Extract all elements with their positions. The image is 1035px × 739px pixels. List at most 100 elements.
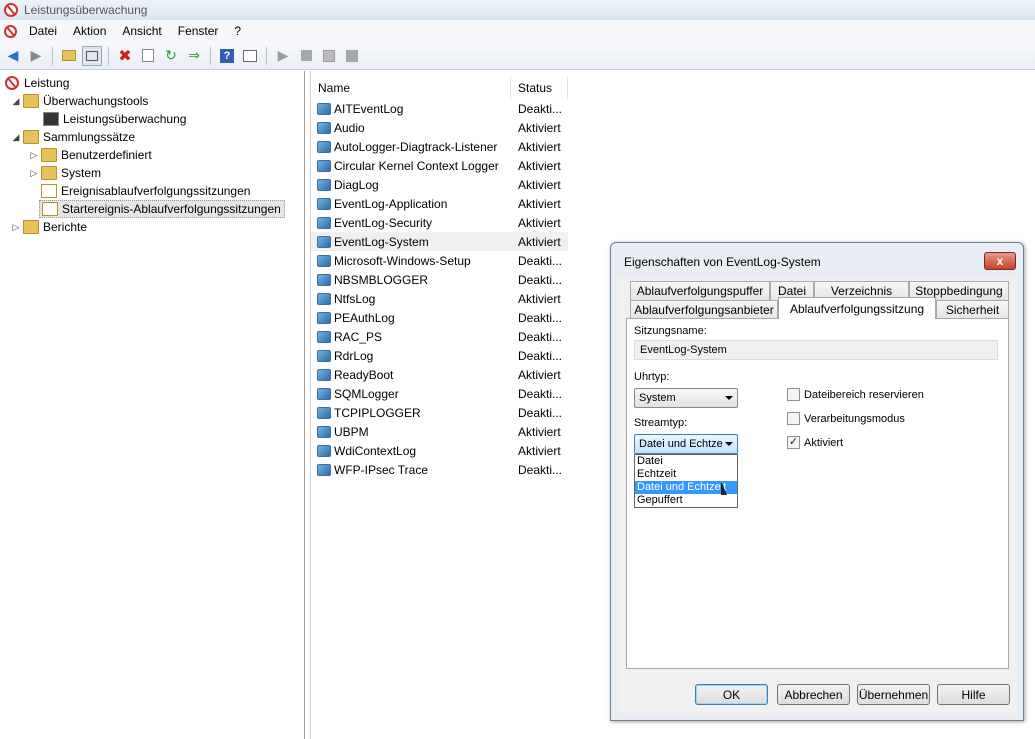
- expand-arrow-icon[interactable]: ▷: [29, 168, 39, 179]
- clock-type-select[interactable]: System: [634, 388, 738, 408]
- tree-item-collector-sets[interactable]: ◢ Sammlungssätze: [11, 128, 135, 146]
- column-header-status[interactable]: Status: [511, 77, 568, 99]
- panel-icon[interactable]: [240, 46, 260, 66]
- list-item[interactable]: TCPIPLOGGER Deakti...: [311, 403, 568, 422]
- session-status: Aktiviert: [518, 215, 561, 230]
- stream-option-echtzeit[interactable]: Echtzeit: [635, 468, 737, 481]
- toolbar-separator: [266, 46, 267, 65]
- tree-item-startup-event-trace-sessions[interactable]: Startereignis-Ablaufverfolgungssitzungen: [39, 200, 285, 218]
- list-item[interactable]: AutoLogger-Diagtrack-Listener Aktiviert: [311, 137, 568, 156]
- tree-item-perf-monitor[interactable]: Leistungsüberwachung: [41, 110, 186, 128]
- tab-panel-trace-session: Sitzungsname: EventLog-System Uhrtyp: Sy…: [626, 318, 1009, 669]
- stream-type-select[interactable]: Datei und Echtze: [634, 434, 738, 454]
- list-item[interactable]: Circular Kernel Context Logger Aktiviert: [311, 156, 568, 175]
- tab-trace-providers[interactable]: Ablaufverfolgungsanbieter: [630, 300, 778, 319]
- tree-label: Leistung: [24, 76, 70, 90]
- delete-icon[interactable]: ✖: [115, 46, 135, 66]
- checkbox-reserve-file-space[interactable]: Dateibereich reservieren: [787, 388, 924, 401]
- list-item[interactable]: AITEventLog Deakti...: [311, 99, 568, 118]
- session-name: EventLog-System: [334, 234, 429, 249]
- session-name-label: Sitzungsname:: [634, 325, 707, 337]
- properties-icon[interactable]: [138, 46, 158, 66]
- back-icon[interactable]: ◀: [3, 46, 23, 66]
- stream-type-value: Datei und Echtze: [639, 438, 723, 450]
- help-button[interactable]: Hilfe: [937, 684, 1010, 705]
- save-icon[interactable]: [319, 46, 339, 66]
- toolbar: ◀ ▶ ✖ ↻ ⇒ ? ▶: [0, 42, 1035, 70]
- list-item[interactable]: UBPM Aktiviert: [311, 422, 568, 441]
- session-name: RAC_PS: [334, 329, 383, 344]
- help-icon[interactable]: ?: [217, 46, 237, 66]
- list-item[interactable]: RdrLog Deakti...: [311, 346, 568, 365]
- list-item[interactable]: EventLog-Security Aktiviert: [311, 213, 568, 232]
- list-item[interactable]: SQMLogger Deakti...: [311, 384, 568, 403]
- tab-trace-session[interactable]: Ablaufverfolgungssitzung: [778, 297, 936, 319]
- list-item[interactable]: Microsoft-Windows-Setup Deakti...: [311, 251, 568, 270]
- list-item[interactable]: ReadyBoot Aktiviert: [311, 365, 568, 384]
- list-item[interactable]: EventLog-System Aktiviert: [311, 232, 568, 251]
- tab-security[interactable]: Sicherheit: [936, 300, 1009, 319]
- stop-icon[interactable]: [296, 46, 316, 66]
- list-item[interactable]: PEAuthLog Deakti...: [311, 308, 568, 327]
- system-folder-icon: [41, 166, 57, 180]
- tree-label: Leistungsüberwachung: [63, 112, 187, 126]
- square-icon[interactable]: [342, 46, 362, 66]
- tree-item-system[interactable]: ▷ System: [29, 164, 101, 182]
- system-menu-icon[interactable]: [4, 24, 17, 38]
- refresh-icon[interactable]: ↻: [161, 46, 181, 66]
- menu-help[interactable]: ?: [226, 24, 249, 38]
- expand-arrow-icon[interactable]: ▷: [29, 150, 39, 161]
- app-icon: [4, 3, 18, 17]
- apply-button[interactable]: Übernehmen: [857, 684, 930, 705]
- tree-item-reports[interactable]: ▷ Berichte: [11, 218, 87, 236]
- export-icon[interactable]: ⇒: [184, 46, 204, 66]
- menu-ansicht[interactable]: Ansicht: [114, 24, 169, 38]
- tree-item-user-defined[interactable]: ▷ Benutzerdefiniert: [29, 146, 152, 164]
- tree-item-monitoring-tools[interactable]: ◢ Überwachungstools: [11, 92, 148, 110]
- expand-arrow-icon[interactable]: ▷: [11, 222, 21, 233]
- checkbox-enabled[interactable]: ✓ Aktiviert: [787, 436, 843, 449]
- close-button[interactable]: x: [984, 252, 1016, 270]
- forward-icon[interactable]: ▶: [26, 46, 46, 66]
- session-name: AutoLogger-Diagtrack-Listener: [334, 139, 498, 154]
- clock-type-label: Uhrtyp:: [634, 371, 670, 383]
- session-name: NBSMBLOGGER: [334, 272, 429, 287]
- list-item[interactable]: NtfsLog Aktiviert: [311, 289, 568, 308]
- list-item[interactable]: RAC_PS Deakti...: [311, 327, 568, 346]
- session-name: DiagLog: [334, 177, 379, 192]
- session-status: Deakti...: [518, 272, 563, 287]
- stream-option-gepuffert[interactable]: Gepuffert: [635, 494, 737, 507]
- list-item[interactable]: NBSMBLOGGER Deakti...: [311, 270, 568, 289]
- cancel-button[interactable]: Abbrechen: [777, 684, 850, 705]
- start-icon[interactable]: ▶: [273, 46, 293, 66]
- list-item[interactable]: DiagLog Aktiviert: [311, 175, 568, 194]
- open-folder-icon[interactable]: [59, 46, 79, 66]
- trace-session-icon: [317, 216, 331, 229]
- tab-trace-buffer[interactable]: Ablaufverfolgungspuffer: [630, 281, 770, 300]
- tree-item-event-trace-sessions[interactable]: Ereignisablaufverfolgungssitzungen: [39, 182, 250, 200]
- session-name: NtfsLog: [334, 291, 376, 306]
- list-item[interactable]: WFP-IPsec Trace Deakti...: [311, 460, 568, 479]
- tree-item-leistung[interactable]: Leistung: [5, 74, 69, 92]
- show-hide-icon[interactable]: [82, 45, 102, 66]
- column-header-name[interactable]: Name: [311, 77, 511, 99]
- collapse-arrow-icon[interactable]: ◢: [11, 132, 21, 143]
- session-status: Aktiviert: [518, 139, 561, 154]
- session-status: Aktiviert: [518, 158, 561, 173]
- stream-option-datei[interactable]: Datei: [635, 455, 737, 468]
- menu-datei[interactable]: Datei: [21, 24, 65, 38]
- trace-session-icon: [317, 406, 331, 419]
- list-item[interactable]: EventLog-Application Aktiviert: [311, 194, 568, 213]
- menu-fenster[interactable]: Fenster: [170, 24, 227, 38]
- trace-session-icon: [317, 197, 331, 210]
- collapse-arrow-icon[interactable]: ◢: [11, 96, 21, 107]
- checkbox-processing-mode[interactable]: Verarbeitungsmodus: [787, 412, 905, 425]
- checkbox-label: Aktiviert: [804, 436, 844, 449]
- ok-button[interactable]: OK: [695, 684, 768, 705]
- list-item[interactable]: Audio Aktiviert: [311, 118, 568, 137]
- list-item[interactable]: WdiContextLog Aktiviert: [311, 441, 568, 460]
- checkbox-box[interactable]: [787, 388, 800, 401]
- checkmark-icon[interactable]: ✓: [787, 436, 800, 449]
- menu-aktion[interactable]: Aktion: [65, 24, 114, 38]
- checkbox-box[interactable]: [787, 412, 800, 425]
